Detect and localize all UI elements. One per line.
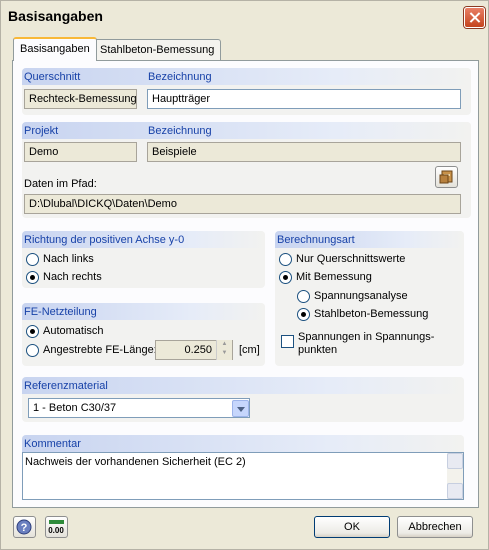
querschnitt-field: Rechteck-Bemessung xyxy=(24,89,137,109)
spannungspunkte-label-1: Spannungen in Spannungs- xyxy=(298,331,435,343)
mit-bemessung-label: Mit Bemessung xyxy=(296,271,372,283)
folder-browse-icon xyxy=(439,170,453,184)
spannungsanalyse-label: Spannungsanalyse xyxy=(314,290,408,302)
radio-nach-links[interactable] xyxy=(26,253,39,266)
fe-laenge-spinner[interactable]: ▲ ▼ xyxy=(216,340,232,360)
stahlbeton-bemessung-label: Stahlbeton-Bemessung xyxy=(314,308,429,320)
units-button[interactable]: 0.00 xyxy=(45,516,68,538)
tab-stahlbeton-label: Stahlbeton-Bemessung xyxy=(100,44,215,56)
tab-stahlbeton-bemessung[interactable]: Stahlbeton-Bemessung xyxy=(93,39,222,60)
projekt-bezeichnung-field: Beispiele xyxy=(147,142,461,162)
fe-group: FE-Netzteilung Automatisch Angestrebte F… xyxy=(22,303,265,366)
radio-automatisch[interactable] xyxy=(26,325,39,338)
radio-nach-rechts[interactable] xyxy=(26,271,39,284)
nur-querschnittswerte-label: Nur Querschnittswerte xyxy=(296,253,406,265)
richtung-title: Richtung der positiven Achse y-0 xyxy=(24,234,185,246)
nach-rechts-label: Nach rechts xyxy=(43,271,102,283)
path-label: Daten im Pfad: xyxy=(24,178,97,190)
radio-mit-bemessung[interactable] xyxy=(279,271,292,284)
kommentar-textarea[interactable]: Nachweis der vorhandenen Sicherheit (EC … xyxy=(22,452,464,500)
automatisch-label: Automatisch xyxy=(43,325,104,337)
radio-stahlbeton-bemessung[interactable] xyxy=(297,308,310,321)
kommentar-title: Kommentar xyxy=(24,438,81,450)
scroll-down-icon[interactable] xyxy=(447,483,463,499)
cancel-button[interactable]: Abbrechen xyxy=(397,516,473,538)
querschnitt-label: Querschnitt xyxy=(24,71,81,83)
close-icon[interactable] xyxy=(464,7,485,28)
help-button[interactable]: ? xyxy=(13,516,36,538)
tab-panel: Querschnitt Bezeichnung Rechteck-Bemessu… xyxy=(12,60,479,508)
window-title: Basisangaben xyxy=(8,8,103,24)
berechnungsart-title: Berechnungsart xyxy=(277,234,355,246)
radio-fe-laenge[interactable] xyxy=(26,344,39,357)
fe-title: FE-Netzteilung xyxy=(24,306,97,318)
title-bar: Basisangaben xyxy=(1,1,488,31)
spin-down-icon[interactable]: ▼ xyxy=(217,349,232,358)
projekt-label: Projekt xyxy=(24,125,59,137)
dialog-window: Basisangaben Basisangaben Stahlbeton-Bem… xyxy=(0,0,489,550)
referenz-selected-value: 1 - Beton C30/37 xyxy=(33,402,117,414)
nach-links-label: Nach links xyxy=(43,253,94,265)
querschnitt-bezeichnung-label: Bezeichnung xyxy=(148,71,212,83)
browse-button[interactable] xyxy=(435,166,458,188)
kommentar-group: Kommentar Nachweis der vorhandenen Siche… xyxy=(22,435,464,500)
berechnungsart-group: Berechnungsart Nur Querschnittswerte Mit… xyxy=(275,231,464,366)
checkbox-spannungspunkte[interactable] xyxy=(281,335,294,348)
svg-text:0.00: 0.00 xyxy=(48,526,64,535)
radio-nur-querschnittswerte[interactable] xyxy=(279,253,292,266)
referenz-title: Referenzmaterial xyxy=(24,380,108,392)
ok-label: OK xyxy=(344,521,360,533)
querschnitt-bezeichnung-input[interactable]: Hauptträger xyxy=(147,89,461,109)
tab-basisangaben-label: Basisangaben xyxy=(20,43,90,55)
help-icon: ? xyxy=(16,519,32,535)
tab-basisangaben[interactable]: Basisangaben xyxy=(13,37,97,61)
ok-button[interactable]: OK xyxy=(314,516,390,538)
spin-up-icon[interactable]: ▲ xyxy=(217,340,232,349)
spannungspunkte-label-2: punkten xyxy=(298,344,338,356)
cancel-label: Abbrechen xyxy=(408,521,462,533)
querschnitt-group: Querschnitt Bezeichnung Rechteck-Bemessu… xyxy=(22,68,471,115)
referenz-select[interactable]: 1 - Beton C30/37 xyxy=(28,398,250,418)
units-icon: 0.00 xyxy=(48,520,64,535)
path-field: D:\Dlubal\DICKQ\Daten\Demo xyxy=(24,194,461,214)
projekt-bezeichnung-label: Bezeichnung xyxy=(148,125,212,137)
chevron-down-icon[interactable] xyxy=(232,400,249,417)
scroll-up-icon[interactable] xyxy=(447,453,463,469)
referenz-group: Referenzmaterial 1 - Beton C30/37 xyxy=(22,377,464,422)
radio-spannungsanalyse[interactable] xyxy=(297,290,310,303)
projekt-group: Projekt Bezeichnung Demo Beispiele Daten… xyxy=(22,122,471,218)
fe-laenge-label: Angestrebte FE-Länge: xyxy=(43,344,157,356)
projekt-field: Demo xyxy=(24,142,137,162)
svg-text:?: ? xyxy=(21,522,28,534)
kommentar-scrollbar[interactable] xyxy=(447,453,463,499)
fe-unit: [cm] xyxy=(239,344,260,356)
richtung-group: Richtung der positiven Achse y-0 Nach li… xyxy=(22,231,265,288)
